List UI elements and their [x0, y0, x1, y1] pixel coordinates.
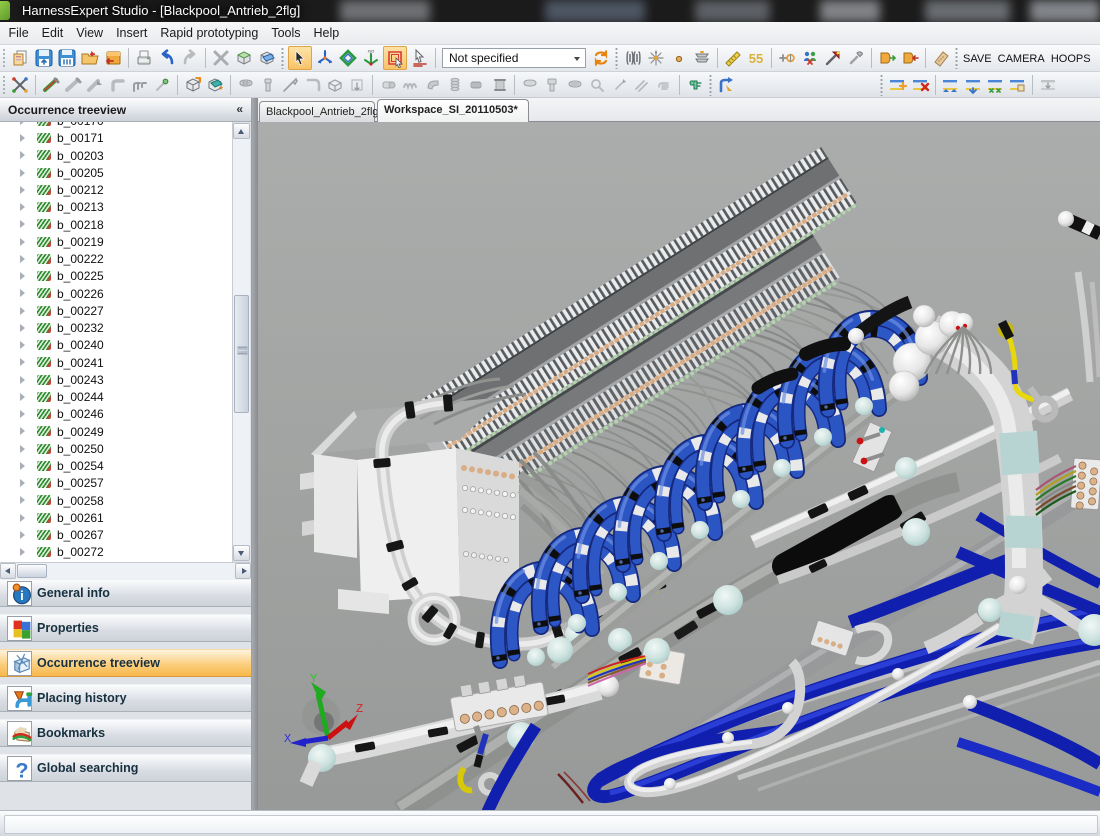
svg-text:xyz: xyz [367, 49, 375, 54]
svg-text:X: X [284, 732, 291, 746]
svg-text:?: ? [15, 757, 28, 781]
svg-text:?: ? [692, 81, 695, 87]
svg-text:Z: Z [356, 702, 363, 716]
svg-text:55: 55 [748, 51, 762, 66]
svg-text:i: i [20, 588, 24, 603]
svg-text:Y: Y [310, 672, 317, 686]
